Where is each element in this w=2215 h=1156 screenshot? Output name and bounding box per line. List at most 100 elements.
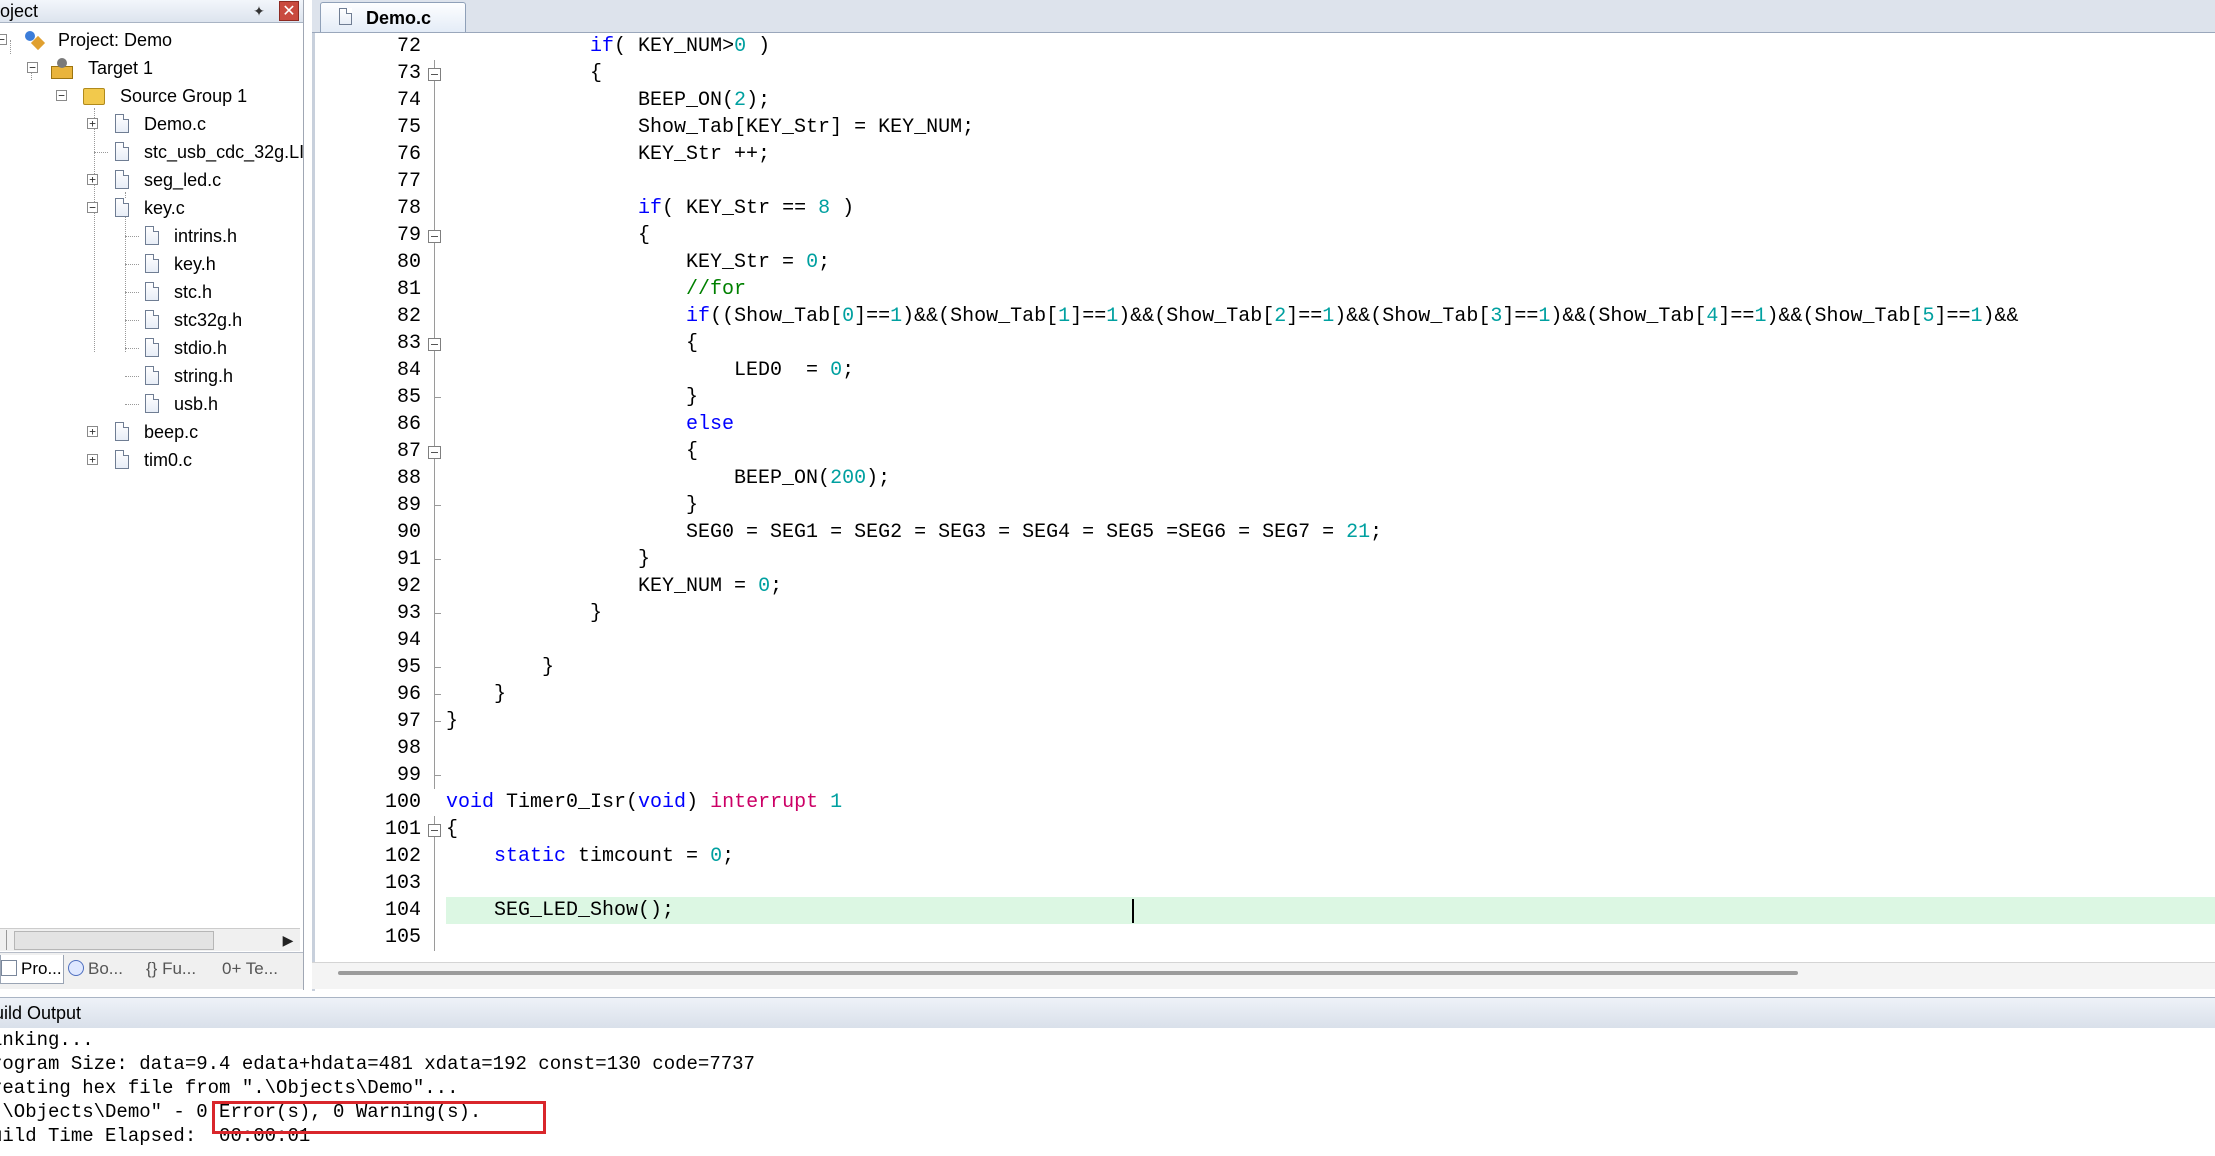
- error-warning-highlight-box: [212, 1101, 546, 1134]
- code-text: if( KEY_NUM>0 ): [590, 35, 771, 58]
- code-line[interactable]: 97}: [315, 708, 2215, 735]
- tree-item-file[interactable]: + Demo.c: [0, 110, 206, 138]
- fold-guide-line: [434, 168, 435, 195]
- tree-item-header[interactable]: stdio.h: [0, 334, 227, 362]
- tab-label: Pro...: [21, 959, 62, 978]
- line-number: 102: [384, 845, 421, 868]
- expand-icon[interactable]: +: [87, 426, 98, 437]
- code-line[interactable]: 72 if( KEY_NUM>0 ): [315, 33, 2215, 60]
- tree-item-file[interactable]: stc_usb_cdc_32g.LIE: [0, 138, 303, 166]
- code-line[interactable]: 85 }: [315, 384, 2215, 411]
- tree-item-target[interactable]: − Target 1: [0, 54, 153, 82]
- code-line[interactable]: 98: [315, 735, 2215, 762]
- tree-item-file[interactable]: + seg_led.c: [0, 166, 221, 194]
- tree-item-label: tim0.c: [144, 450, 193, 470]
- line-number: 76: [396, 143, 421, 166]
- tab-label: {} Fu...: [146, 959, 197, 978]
- line-number: 86: [396, 413, 421, 436]
- fold-guide-line: [434, 627, 435, 654]
- code-text: }: [446, 710, 459, 733]
- code-line[interactable]: 96 }: [315, 681, 2215, 708]
- code-line[interactable]: 92 KEY_NUM = 0;: [315, 573, 2215, 600]
- tab-functions[interactable]: {} Fu...: [146, 955, 214, 983]
- close-icon[interactable]: ✕: [279, 1, 299, 21]
- collapse-icon[interactable]: −: [0, 34, 7, 45]
- tab-books[interactable]: Bo...: [68, 955, 140, 983]
- project-horizontal-scrollbar[interactable]: ▶: [0, 928, 300, 951]
- fold-end-marker: [434, 694, 441, 695]
- code-line[interactable]: 82 if((Show_Tab[0]==1)&&(Show_Tab[1]==1)…: [315, 303, 2215, 330]
- tab-demo-c[interactable]: Demo.c: [320, 2, 466, 32]
- tree-item-file[interactable]: + tim0.c: [0, 446, 192, 474]
- fold-collapse-icon[interactable]: [428, 230, 441, 243]
- code-line[interactable]: 74 BEEP_ON(2);: [315, 87, 2215, 114]
- fold-collapse-icon[interactable]: [428, 68, 441, 81]
- collapse-icon[interactable]: −: [27, 62, 38, 73]
- fold-collapse-icon[interactable]: [428, 824, 441, 837]
- project-panel-tabs: Pro... Bo... {} Fu... 0+ Te...: [0, 952, 303, 989]
- tree-item-file[interactable]: + beep.c: [0, 418, 198, 446]
- expand-icon[interactable]: +: [87, 174, 98, 185]
- code-line[interactable]: 79 {: [315, 222, 2215, 249]
- code-line[interactable]: 101 {: [315, 816, 2215, 843]
- code-line[interactable]: 105: [315, 924, 2215, 951]
- code-line[interactable]: 84 LED0 = 0;: [315, 357, 2215, 384]
- code-line[interactable]: 80 KEY_Str = 0;: [315, 249, 2215, 276]
- tab-templates[interactable]: 0+ Te...: [222, 955, 294, 983]
- code-line[interactable]: 75 Show_Tab[KEY_Str] = KEY_NUM;: [315, 114, 2215, 141]
- code-line[interactable]: 102 static timcount = 0;: [315, 843, 2215, 870]
- scrollbar-thumb[interactable]: [14, 931, 214, 950]
- file-icon: [145, 394, 160, 413]
- code-line[interactable]: 90 SEG0 = SEG1 = SEG2 = SEG3 = SEG4 = SE…: [315, 519, 2215, 546]
- code-line[interactable]: 73 {: [315, 60, 2215, 87]
- project-panel-header: roject ✦ ✕: [0, 0, 303, 23]
- code-text: {: [446, 332, 699, 355]
- code-line[interactable]: 77: [315, 168, 2215, 195]
- fold-end-marker: [434, 775, 441, 776]
- tree-item-header[interactable]: stc32g.h: [0, 306, 242, 334]
- tree-item-header[interactable]: stc.h: [0, 278, 212, 306]
- code-line[interactable]: 81 //for: [315, 276, 2215, 303]
- code-line[interactable]: 93 }: [315, 600, 2215, 627]
- code-line[interactable]: 88 BEEP_ON(200);: [315, 465, 2215, 492]
- tree-guide-line: [125, 348, 139, 349]
- tree-item-project[interactable]: − Project: Demo: [0, 26, 172, 54]
- scroll-right-arrow-icon[interactable]: ▶: [278, 930, 298, 950]
- code-line[interactable]: 94: [315, 627, 2215, 654]
- collapse-icon[interactable]: −: [87, 202, 98, 213]
- build-output-panel[interactable]: inking... rogram Size: data=9.4 edata+hd…: [0, 1028, 2215, 1156]
- scroll-left-edge[interactable]: [0, 930, 7, 950]
- fold-collapse-icon[interactable]: [428, 338, 441, 351]
- scrollbar-thumb[interactable]: [338, 971, 1798, 975]
- code-line[interactable]: 86 else: [315, 411, 2215, 438]
- expand-icon[interactable]: +: [87, 118, 98, 129]
- code-line[interactable]: 95 }: [315, 654, 2215, 681]
- code-line[interactable]: 89 }: [315, 492, 2215, 519]
- expand-icon[interactable]: +: [87, 454, 98, 465]
- code-line[interactable]: 87 {: [315, 438, 2215, 465]
- fold-guide-line: [434, 114, 435, 141]
- fold-end-marker: [434, 667, 441, 668]
- editor-horizontal-scrollbar[interactable]: [312, 962, 2215, 989]
- tree-item-source-group[interactable]: − Source Group 1: [0, 82, 247, 110]
- code-line[interactable]: 104 SEG_LED_Show();: [315, 897, 2215, 924]
- tab-project[interactable]: Pro...: [0, 955, 64, 984]
- code-line[interactable]: 76 KEY_Str ++;: [315, 141, 2215, 168]
- code-editor[interactable]: 72 if( KEY_NUM>0 ) 73 {74 BEEP_ON(2); 75 S…: [312, 33, 2215, 991]
- tree-item-header[interactable]: intrins.h: [0, 222, 237, 250]
- code-line[interactable]: 100 void Timer0_Isr(void) interrupt 1: [315, 789, 2215, 816]
- code-line[interactable]: 99: [315, 762, 2215, 789]
- tree-item-header[interactable]: string.h: [0, 362, 233, 390]
- pin-icon[interactable]: ✦: [251, 2, 267, 20]
- code-line[interactable]: 83 {: [315, 330, 2215, 357]
- code-line[interactable]: 103: [315, 870, 2215, 897]
- tree-item-header[interactable]: usb.h: [0, 390, 218, 418]
- fold-end-marker: [434, 721, 441, 722]
- collapse-icon[interactable]: −: [56, 90, 67, 101]
- tree-item-header[interactable]: key.h: [0, 250, 216, 278]
- fold-collapse-icon[interactable]: [428, 446, 441, 459]
- tree-item-file[interactable]: − key.c: [0, 194, 185, 222]
- line-number: 104: [384, 899, 421, 922]
- code-line[interactable]: 78 if( KEY_Str == 8 ): [315, 195, 2215, 222]
- code-line[interactable]: 91 }: [315, 546, 2215, 573]
